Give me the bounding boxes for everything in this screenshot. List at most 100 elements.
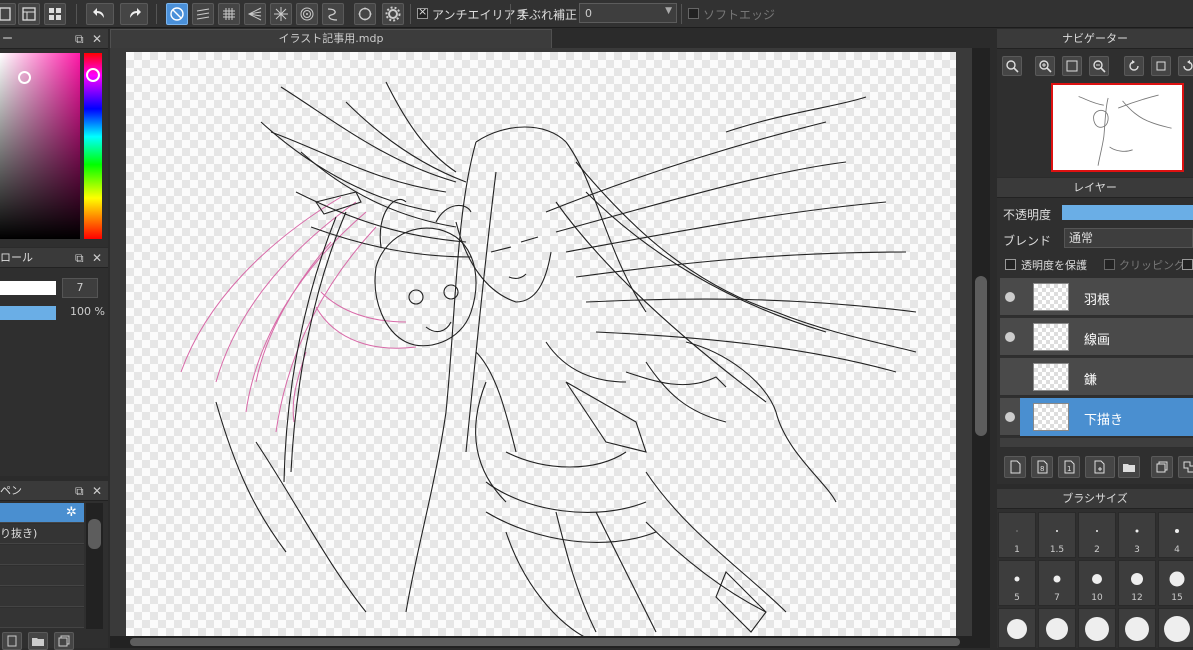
antialias-checkbox[interactable] bbox=[417, 5, 428, 19]
visibility-eye-icon[interactable] bbox=[1005, 292, 1015, 302]
gear-icon[interactable] bbox=[382, 3, 404, 25]
right-panel-scrollbar[interactable] bbox=[972, 48, 990, 648]
brush-size-cell-2[interactable]: 2 bbox=[1078, 512, 1116, 558]
radial-snap-icon[interactable] bbox=[270, 3, 292, 25]
brush-settings-gear-icon[interactable]: ✲ bbox=[66, 503, 77, 522]
snap-off-icon[interactable] bbox=[166, 3, 188, 25]
reset-rotation-icon[interactable] bbox=[1151, 56, 1171, 76]
brush-list-item-selected[interactable]: ✲ bbox=[0, 503, 84, 523]
brush-list-item[interactable] bbox=[0, 587, 84, 607]
circle-snap-icon[interactable] bbox=[354, 3, 376, 25]
brush-size-cell-large[interactable] bbox=[1078, 608, 1116, 648]
close-icon[interactable]: ✕ bbox=[92, 481, 102, 501]
visibility-eye-icon[interactable] bbox=[1005, 332, 1015, 342]
popout-icon[interactable]: ⧉ bbox=[75, 29, 84, 49]
drawing-canvas[interactable] bbox=[126, 52, 956, 642]
close-icon[interactable]: ✕ bbox=[92, 29, 102, 49]
opacity-slider[interactable] bbox=[0, 306, 56, 320]
brush-size-value[interactable]: 7 bbox=[62, 278, 98, 298]
clipping-checkbox[interactable] bbox=[1104, 259, 1115, 270]
color-panel-title: ー ⧉ ✕ bbox=[0, 29, 108, 49]
merge-layer-icon[interactable] bbox=[1178, 456, 1193, 478]
rotate-right-icon[interactable] bbox=[1178, 56, 1193, 76]
brush-list-item[interactable] bbox=[0, 566, 84, 586]
zoom-out-icon[interactable] bbox=[1089, 56, 1109, 76]
layer-row-scythe[interactable]: 鎌 bbox=[1000, 358, 1193, 396]
scrollbar-thumb[interactable] bbox=[975, 276, 987, 436]
curve-snap-icon[interactable] bbox=[322, 3, 344, 25]
navigator-preview[interactable] bbox=[1051, 83, 1184, 172]
brush-size-cell-10[interactable]: 10 bbox=[1078, 560, 1116, 606]
lock-checkbox[interactable] bbox=[1182, 259, 1193, 270]
layer-name: 鎌 bbox=[1084, 373, 1098, 388]
brush-size-cell-1[interactable]: 1 bbox=[998, 512, 1036, 558]
sv-cursor[interactable] bbox=[18, 71, 31, 84]
brush-size-cell-3[interactable]: 3 bbox=[1118, 512, 1156, 558]
brush-size-label: 2 bbox=[1094, 545, 1100, 555]
grid-snap-icon[interactable] bbox=[218, 3, 240, 25]
layer-row-lineart[interactable]: 線画 bbox=[1000, 318, 1193, 356]
layer-panel-title-text: レイヤー bbox=[1073, 181, 1117, 194]
new-1bit-layer-icon[interactable]: 1 bbox=[1058, 456, 1080, 478]
duplicate-icon[interactable] bbox=[54, 632, 74, 650]
brush-size-slider[interactable] bbox=[0, 281, 56, 295]
close-icon[interactable]: ✕ bbox=[92, 248, 102, 268]
brush-size-cell-large[interactable] bbox=[998, 608, 1036, 648]
popout-icon[interactable]: ⧉ bbox=[75, 248, 84, 268]
protect-alpha-checkbox[interactable] bbox=[1005, 259, 1016, 270]
brush-list-scrollbar[interactable] bbox=[86, 503, 103, 629]
document-tab[interactable]: イラスト記事用.mdp bbox=[110, 29, 552, 48]
layer-opacity-slider[interactable] bbox=[1062, 205, 1193, 220]
brush-list-item[interactable] bbox=[0, 608, 84, 628]
blend-mode-select[interactable]: 通常 bbox=[1064, 228, 1193, 248]
concentric-snap-icon[interactable] bbox=[296, 3, 318, 25]
stabilizer-select[interactable]: 0 ▼ bbox=[579, 3, 677, 23]
layer-row-sketch[interactable]: 下描き bbox=[1000, 398, 1193, 436]
brush-size-cell-large[interactable] bbox=[1158, 608, 1193, 648]
folder-icon[interactable] bbox=[28, 632, 48, 650]
brush-size-cell-7[interactable]: 7 bbox=[1038, 560, 1076, 606]
scrollbar-thumb[interactable] bbox=[88, 519, 101, 549]
duplicate-layer-icon[interactable] bbox=[1151, 456, 1173, 478]
canvas-area[interactable] bbox=[110, 48, 990, 648]
hue-slider[interactable] bbox=[84, 53, 102, 239]
brush-size-cell-1.5[interactable]: 1.5 bbox=[1038, 512, 1076, 558]
popout-icon[interactable]: ⧉ bbox=[75, 481, 84, 501]
scrollbar-thumb[interactable] bbox=[130, 638, 960, 646]
color-panel-title-text: ー bbox=[2, 32, 13, 45]
new-brush-icon[interactable] bbox=[2, 632, 22, 650]
add-layer-dropdown-icon[interactable] bbox=[1085, 456, 1115, 478]
fit-screen-icon[interactable] bbox=[1062, 56, 1082, 76]
soft-edge-checkbox[interactable] bbox=[688, 8, 699, 19]
folder-icon[interactable] bbox=[1118, 456, 1140, 478]
page-icon[interactable] bbox=[0, 3, 16, 25]
parallel-snap-icon[interactable] bbox=[192, 3, 214, 25]
brush-list-item[interactable] bbox=[0, 545, 84, 565]
redo-icon[interactable] bbox=[120, 3, 148, 25]
navigator-title-text: ナビゲーター bbox=[1062, 32, 1128, 45]
undo-icon[interactable] bbox=[86, 3, 114, 25]
saturation-value-picker[interactable] bbox=[0, 53, 80, 239]
brush-size-cell-large[interactable] bbox=[1038, 608, 1076, 648]
brush-control-title-text: ロール bbox=[0, 251, 33, 264]
zoom-in-icon[interactable] bbox=[1035, 56, 1055, 76]
canvas-horizontal-scrollbar[interactable] bbox=[110, 636, 972, 648]
brush-size-cell-4[interactable]: 4 bbox=[1158, 512, 1193, 558]
brush-size-cell-5[interactable]: 5 bbox=[998, 560, 1036, 606]
brush-size-cell-15[interactable]: 15 bbox=[1158, 560, 1193, 606]
layer-opacity-label: 不透明度 bbox=[1003, 208, 1052, 222]
perspective-snap-icon[interactable] bbox=[244, 3, 266, 25]
brush-size-cell-large[interactable] bbox=[1118, 608, 1156, 648]
visibility-eye-icon[interactable] bbox=[1005, 412, 1015, 422]
layer-row-wings[interactable]: 羽根 bbox=[1000, 278, 1193, 316]
hue-cursor[interactable] bbox=[86, 68, 100, 82]
new-8bit-layer-icon[interactable]: 8 bbox=[1031, 456, 1053, 478]
brush-size-cell-12[interactable]: 12 bbox=[1118, 560, 1156, 606]
layer-thumbnail bbox=[1033, 363, 1069, 391]
brush-list-item[interactable]: り抜き) bbox=[0, 524, 84, 544]
new-layer-icon[interactable] bbox=[1004, 456, 1026, 478]
rotate-left-icon[interactable] bbox=[1124, 56, 1144, 76]
layout-icon[interactable] bbox=[18, 3, 40, 25]
panel-toggle-icon[interactable] bbox=[44, 3, 66, 25]
zoom-actual-icon[interactable] bbox=[1002, 56, 1022, 76]
